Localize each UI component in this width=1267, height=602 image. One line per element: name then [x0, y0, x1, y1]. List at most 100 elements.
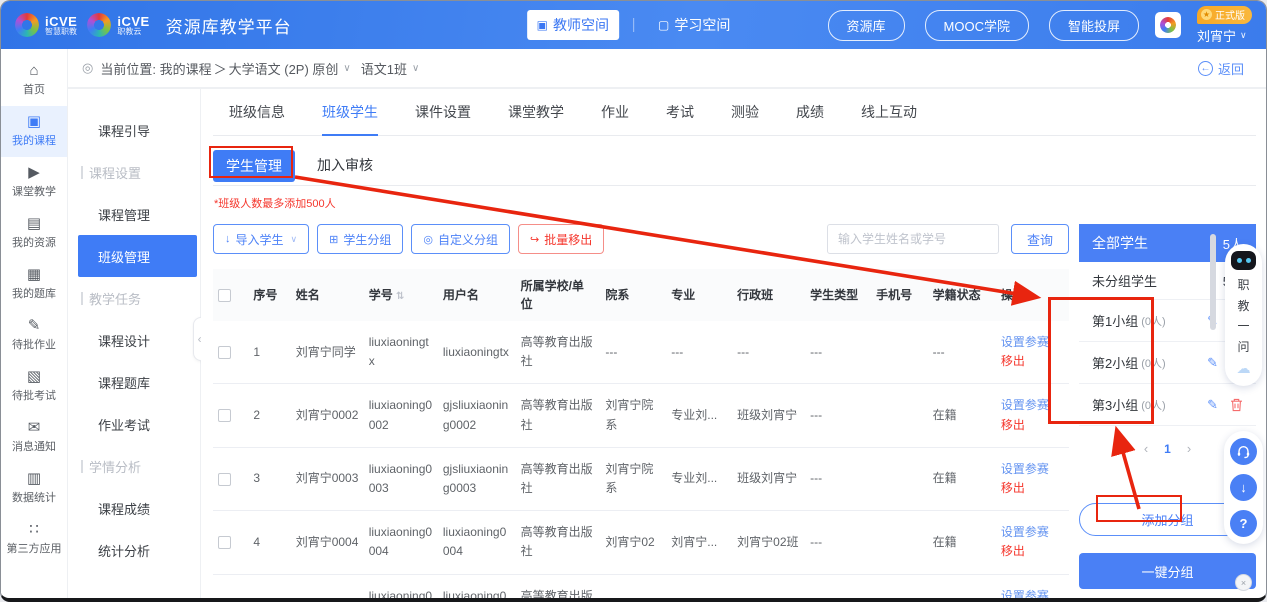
menu-section-teaching-tasks[interactable]: 教学任务 — [68, 277, 200, 319]
remove-link[interactable]: 移出 — [1001, 352, 1064, 371]
student-name-link[interactable]: 刘宵宁同学 — [291, 321, 364, 384]
avatar[interactable] — [1155, 12, 1181, 38]
tab-class-students[interactable]: 班级学生 — [322, 102, 378, 136]
第3小组[interactable]: 第3小组 (0人) ✎ — [1079, 384, 1256, 426]
one-click-group-button[interactable]: 一键分组 — [1079, 553, 1256, 589]
breadcrumb-course[interactable]: 大学语文 (2P) 原创 — [229, 59, 339, 78]
close-floating-button[interactable]: × — [1235, 574, 1252, 591]
custom-group-button[interactable]: ◎ 自定义分组 — [411, 224, 510, 254]
tab-classroom-teaching[interactable]: 课堂教学 — [508, 102, 564, 135]
current-page[interactable]: 1 — [1164, 442, 1171, 456]
tab-class-info[interactable]: 班级信息 — [229, 102, 285, 135]
close-icon: × — [1241, 578, 1246, 588]
student-group-button[interactable]: ⊞ 学生分组 — [317, 224, 403, 254]
select-all-checkbox[interactable] — [218, 289, 231, 302]
set-contest-link[interactable]: 设置参赛 — [1001, 523, 1064, 542]
sidebar-item-pending-homework[interactable]: ✎ 待批作业 — [1, 310, 67, 361]
menu-course-guide[interactable]: 课程引导 — [68, 109, 200, 151]
menu-course-design[interactable]: 课程设计 — [68, 319, 200, 361]
caret-down-icon[interactable]: ∨ — [343, 63, 350, 74]
cell-major: 刘宵宁... — [666, 574, 732, 602]
group-name[interactable]: 第1小组 — [1092, 311, 1138, 330]
tab-courseware-settings[interactable]: 课件设置 — [415, 102, 471, 135]
sidebar-item-question-bank[interactable]: ▦ 我的题库 — [1, 259, 67, 310]
course-menu-item-label: 课程设计 — [98, 331, 150, 350]
search-input[interactable] — [827, 224, 999, 254]
breadcrumb-my-courses[interactable]: 我的课程 — [160, 59, 212, 78]
tab-grades[interactable]: 成绩 — [796, 102, 824, 135]
menu-section-course-settings[interactable]: 课程设置 — [68, 151, 200, 193]
subtab-join-review[interactable]: 加入审核 — [317, 155, 373, 185]
sidebar-item-messages[interactable]: ✉ 消息通知 — [1, 412, 67, 463]
tab-online-interaction[interactable]: 线上互动 — [861, 102, 917, 135]
student-name-link[interactable]: 刘宵宁0002 — [291, 384, 364, 447]
learning-space-button[interactable]: ▢ 学习空间 — [648, 10, 740, 40]
menu-homework-exam[interactable]: 作业考试 — [68, 403, 200, 445]
set-contest-link[interactable]: 设置参赛 — [1001, 396, 1064, 415]
prev-page-icon[interactable]: ‹ — [1144, 441, 1148, 456]
header-nav-pill[interactable]: 资源库 — [828, 10, 905, 41]
menu-course-question-bank[interactable]: 课程题库 — [68, 361, 200, 403]
assistant-label-char: 职 — [1237, 276, 1249, 295]
row-checkbox[interactable] — [218, 473, 231, 486]
remove-link[interactable]: 移出 — [1001, 479, 1064, 498]
row-checkbox[interactable] — [218, 409, 231, 422]
tab-exam[interactable]: 考试 — [666, 102, 694, 135]
assistant-label-char: 一 — [1237, 317, 1249, 336]
trash-icon[interactable] — [1230, 398, 1243, 412]
menu-class-management[interactable]: 班级管理 — [78, 235, 197, 277]
assistant-widget[interactable]: 职 教 一 问 ☁ — [1225, 244, 1262, 386]
menu-course-management[interactable]: 课程管理 — [68, 193, 200, 235]
content-scrollbar-thumb[interactable] — [1210, 234, 1216, 330]
tab-homework[interactable]: 作业 — [601, 102, 629, 135]
sidebar-item-classroom-teaching[interactable]: ▶ 课堂教学 — [1, 157, 67, 208]
edit-icon[interactable]: ✎ — [1207, 355, 1218, 371]
sidebar-item-my-courses[interactable]: ▣ 我的课程 — [1, 106, 67, 157]
query-button[interactable]: 查询 — [1011, 224, 1069, 254]
group-name[interactable]: 第3小组 — [1092, 395, 1138, 414]
row-checkbox[interactable] — [218, 346, 231, 359]
set-contest-link[interactable]: 设置参赛 — [1001, 333, 1064, 352]
teacher-space-button[interactable]: ▣ 教师空间 — [527, 10, 619, 40]
edit-icon[interactable]: ✎ — [1207, 397, 1218, 413]
user-menu[interactable]: 刘宵宁 ∨ — [1197, 26, 1247, 45]
set-contest-link[interactable]: 设置参赛 — [1001, 587, 1064, 602]
sidebar-item-my-resources[interactable]: ▤ 我的资源 — [1, 208, 67, 259]
back-button[interactable]: ← 返回 — [1198, 59, 1244, 78]
sidebar-item-label: 我的资源 — [12, 234, 56, 250]
sidebar-item-third-party[interactable]: ∷ 第三方应用 — [1, 514, 67, 565]
header-nav-pill[interactable]: MOOC学院 — [925, 10, 1029, 41]
download-center-button[interactable]: ↓ — [1230, 474, 1257, 501]
set-contest-link[interactable]: 设置参赛 — [1001, 460, 1064, 479]
student-name-link[interactable]: 刘宵宁0003 — [291, 447, 364, 510]
row-checkbox[interactable] — [218, 536, 231, 549]
breadcrumb-class[interactable]: 语文1班 — [361, 59, 407, 78]
sidebar-item-statistics[interactable]: ▥ 数据统计 — [1, 463, 67, 514]
menu-course-grades[interactable]: 课程成绩 — [68, 487, 200, 529]
batch-remove-button[interactable]: ↪ 批量移出 — [518, 224, 604, 254]
cell-dept: 刘宵宁院系 — [600, 447, 666, 510]
cell-dept: 刘宵宁02 — [600, 574, 666, 602]
caret-down-icon[interactable]: ∨ — [412, 63, 419, 74]
remove-link[interactable]: 移出 — [1001, 542, 1064, 561]
sidebar-item-home[interactable]: ⌂ 首页 — [1, 55, 67, 106]
subtab-student-management[interactable]: 学生管理 — [213, 150, 295, 182]
cell-school: 高等教育出版社 — [516, 447, 601, 510]
group-name[interactable]: 第2小组 — [1092, 353, 1138, 372]
sidebar-item-pending-exam[interactable]: ▧ 待批考试 — [1, 361, 67, 412]
sort-icon[interactable]: ⇅ — [396, 291, 404, 302]
next-page-icon[interactable]: › — [1187, 441, 1191, 456]
menu-statistical-analysis[interactable]: 统计分析 — [68, 529, 200, 571]
course-menu-item-label: 课程题库 — [98, 373, 150, 392]
header-nav-pill[interactable]: 智能投屏 — [1049, 10, 1139, 41]
col-student-no[interactable]: 学号 ⇅ — [364, 269, 438, 321]
remove-link[interactable]: 移出 — [1001, 416, 1064, 435]
tab-quiz[interactable]: 测验 — [731, 102, 759, 135]
student-name-link[interactable]: 刘宵宁0005 — [291, 574, 364, 602]
student-name-link[interactable]: 刘宵宁0004 — [291, 511, 364, 574]
help-button[interactable]: ? — [1230, 510, 1257, 537]
cell-student-no: liuxiaoning0004 — [364, 511, 438, 574]
menu-section-learning-analysis[interactable]: 学情分析 — [68, 445, 200, 487]
support-button[interactable] — [1230, 438, 1257, 465]
import-students-button[interactable]: ↓ 导入学生 ∨ — [213, 224, 309, 254]
